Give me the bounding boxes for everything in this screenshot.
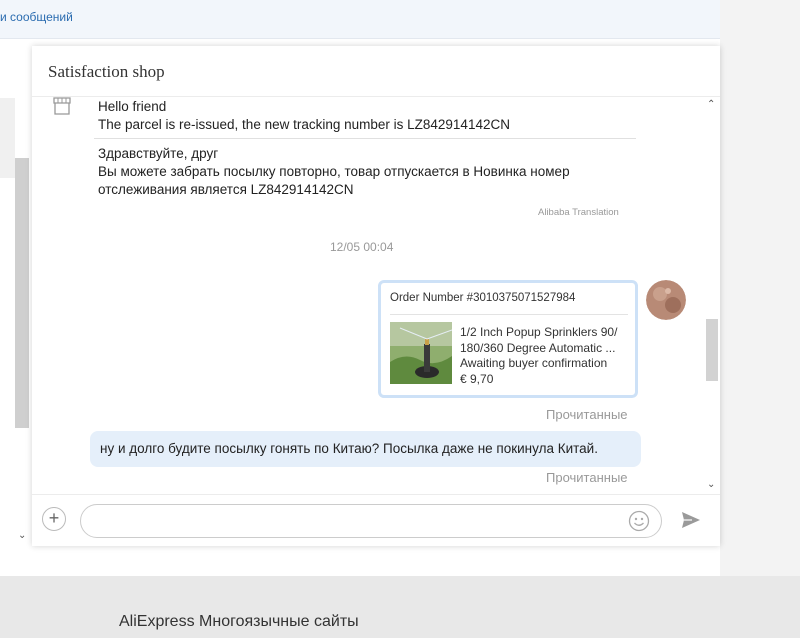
- chat-header: Satisfaction shop: [32, 46, 720, 97]
- page-footer: AliExpress Многоязычные сайты: [0, 576, 800, 638]
- add-attachment-button[interactable]: +: [42, 507, 66, 531]
- message-timestamp: 12/05 00:04: [330, 240, 394, 254]
- order-number[interactable]: Order Number #3010375071527984: [390, 292, 575, 304]
- chevron-down-icon[interactable]: ⌄: [18, 530, 26, 541]
- plus-icon: +: [48, 508, 60, 528]
- seller-message-original: Hello friend The parcel is re-issued, th…: [98, 98, 636, 134]
- conversation-list-scrollbar[interactable]: [15, 158, 29, 428]
- shop-icon: [53, 97, 71, 115]
- conversation-list-panel: ⌄: [0, 46, 33, 546]
- message-list: Hello friend The parcel is re-issued, th…: [32, 97, 704, 493]
- seller-message-line: Hello friend: [98, 99, 167, 114]
- buyer-avatar: [646, 280, 686, 320]
- message-input[interactable]: [80, 504, 662, 538]
- seller-message-line: Вы можете забрать посылку повторно, това…: [98, 164, 570, 197]
- conversation-list-item[interactable]: [0, 98, 15, 178]
- chevron-up-icon[interactable]: ⌃: [707, 99, 715, 110]
- seller-message-translation: Здравствуйте, друг Вы можете забрать пос…: [98, 145, 628, 199]
- buyer-message-text: ну и долго будите посылку гонять по Кита…: [100, 441, 598, 456]
- page-background-right: [720, 0, 800, 576]
- message-composer: +: [32, 494, 720, 547]
- divider: [94, 138, 636, 139]
- chat-window: Satisfaction shop Hello friend The parce…: [32, 46, 720, 546]
- seller-message-line: Здравствуйте, друг: [98, 146, 219, 161]
- translation-label: Alibaba Translation: [538, 207, 619, 218]
- order-card-content: Order Number #3010375071527984 1/2 Inch …: [386, 288, 630, 390]
- read-status: Прочитанные: [546, 407, 628, 422]
- top-strip: и сообщений: [0, 0, 720, 39]
- divider: [390, 314, 628, 315]
- product-image[interactable]: [390, 322, 452, 384]
- chevron-down-icon[interactable]: ⌄: [707, 479, 715, 490]
- product-price: € 9,70: [460, 372, 494, 386]
- send-icon[interactable]: [680, 509, 702, 531]
- order-status: Awaiting buyer confirmation: [460, 356, 608, 370]
- message-list-scrollbar[interactable]: ⌃ ⌄: [704, 97, 720, 493]
- order-card[interactable]: Order Number #3010375071527984 1/2 Inch …: [378, 280, 638, 398]
- shop-name: Satisfaction shop: [48, 62, 165, 81]
- read-status: Прочитанные: [546, 470, 628, 485]
- footer-title: AliExpress Многоязычные сайты: [119, 613, 359, 630]
- smiley-icon[interactable]: [628, 510, 650, 532]
- messages-link[interactable]: и сообщений: [0, 10, 73, 24]
- seller-message-line: The parcel is re-issued, the new trackin…: [98, 117, 510, 132]
- buyer-message-bubble: ну и долго будите посылку гонять по Кита…: [90, 431, 641, 467]
- scrollbar-thumb[interactable]: [706, 319, 718, 381]
- product-title[interactable]: 1/2 Inch Popup Sprinklers 90/ 180/360 De…: [460, 324, 630, 356]
